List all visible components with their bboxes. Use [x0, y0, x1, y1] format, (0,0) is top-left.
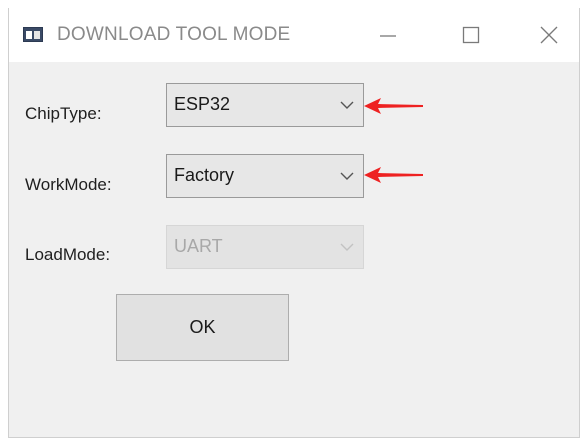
- close-icon: [540, 26, 558, 44]
- chip-type-label: ChipType:: [25, 104, 102, 123]
- work-mode-value: Factory: [174, 165, 235, 185]
- load-mode-value: UART: [174, 236, 223, 256]
- maximize-button[interactable]: [447, 16, 495, 54]
- ok-button[interactable]: OK: [116, 294, 289, 361]
- load-mode-label: LoadMode:: [25, 245, 111, 264]
- minimize-icon: [380, 35, 396, 37]
- maximize-icon: [462, 26, 480, 44]
- close-button[interactable]: [525, 16, 573, 54]
- red-arrow-annotation-icon: [364, 98, 423, 114]
- chevron-down-icon: [340, 243, 354, 251]
- title-bar[interactable]: DOWNLOAD TOOL MODE: [9, 8, 579, 62]
- chip-type-select[interactable]: ESP32: [166, 83, 364, 127]
- download-tool-mode-window: DOWNLOAD TOOL MODE ChipType: ESP32 WorkM…: [8, 8, 580, 438]
- chevron-down-icon: [340, 101, 354, 109]
- app-icon: [23, 27, 43, 42]
- window-title: DOWNLOAD TOOL MODE: [57, 24, 291, 45]
- chip-type-value: ESP32: [174, 94, 231, 114]
- red-arrow-annotation-icon: [364, 167, 423, 183]
- work-mode-label: WorkMode:: [25, 175, 112, 194]
- work-mode-select[interactable]: Factory: [166, 154, 364, 198]
- chevron-down-icon: [340, 172, 354, 180]
- minimize-button[interactable]: [364, 16, 412, 54]
- load-mode-select: UART: [166, 225, 364, 269]
